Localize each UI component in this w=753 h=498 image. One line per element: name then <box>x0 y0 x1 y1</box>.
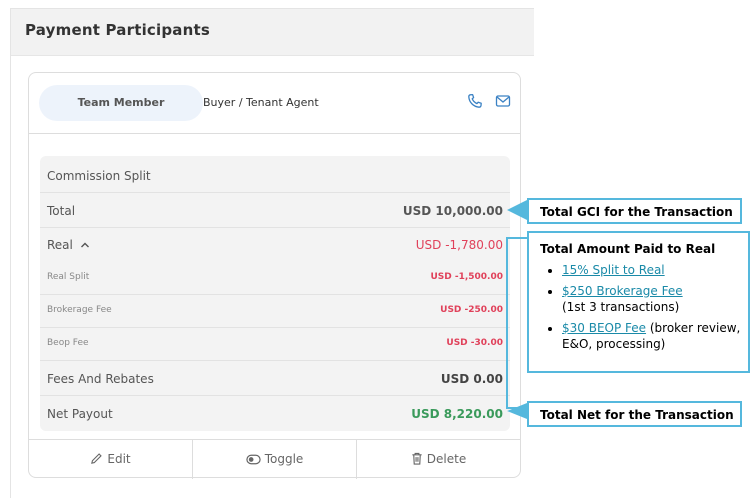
beop-fee-link[interactable]: $30 BEOP Fee <box>562 321 646 335</box>
callout-total-gci-text: Total GCI for the Transaction <box>540 205 733 219</box>
split-link[interactable]: 15% Split to Real <box>562 263 665 277</box>
connector-arrow <box>507 403 527 419</box>
callout-paid-to-real: Total Amount Paid to Real 15% Split to R… <box>527 231 750 373</box>
connector-line <box>506 237 527 409</box>
callout-total-gci: Total GCI for the Transaction <box>527 198 742 224</box>
callout-total-net: Total Net for the Transaction <box>527 401 742 427</box>
list-item: $250 Brokerage Fee (1st 3 transactions) <box>562 283 748 315</box>
brokerage-fee-note: (1st 3 transactions) <box>562 300 680 314</box>
list-item: 15% Split to Real <box>562 262 748 278</box>
list-item: $30 BEOP Fee (broker review, E&O, proces… <box>562 320 748 352</box>
callout-paid-to-real-title: Total Amount Paid to Real <box>540 242 716 256</box>
callout-total-net-text: Total Net for the Transaction <box>540 408 734 422</box>
connector-arrow <box>507 200 527 220</box>
callout-bullet-list: 15% Split to Real $250 Brokerage Fee (1st… <box>544 262 748 352</box>
brokerage-fee-link[interactable]: $250 Brokerage Fee <box>562 284 683 298</box>
